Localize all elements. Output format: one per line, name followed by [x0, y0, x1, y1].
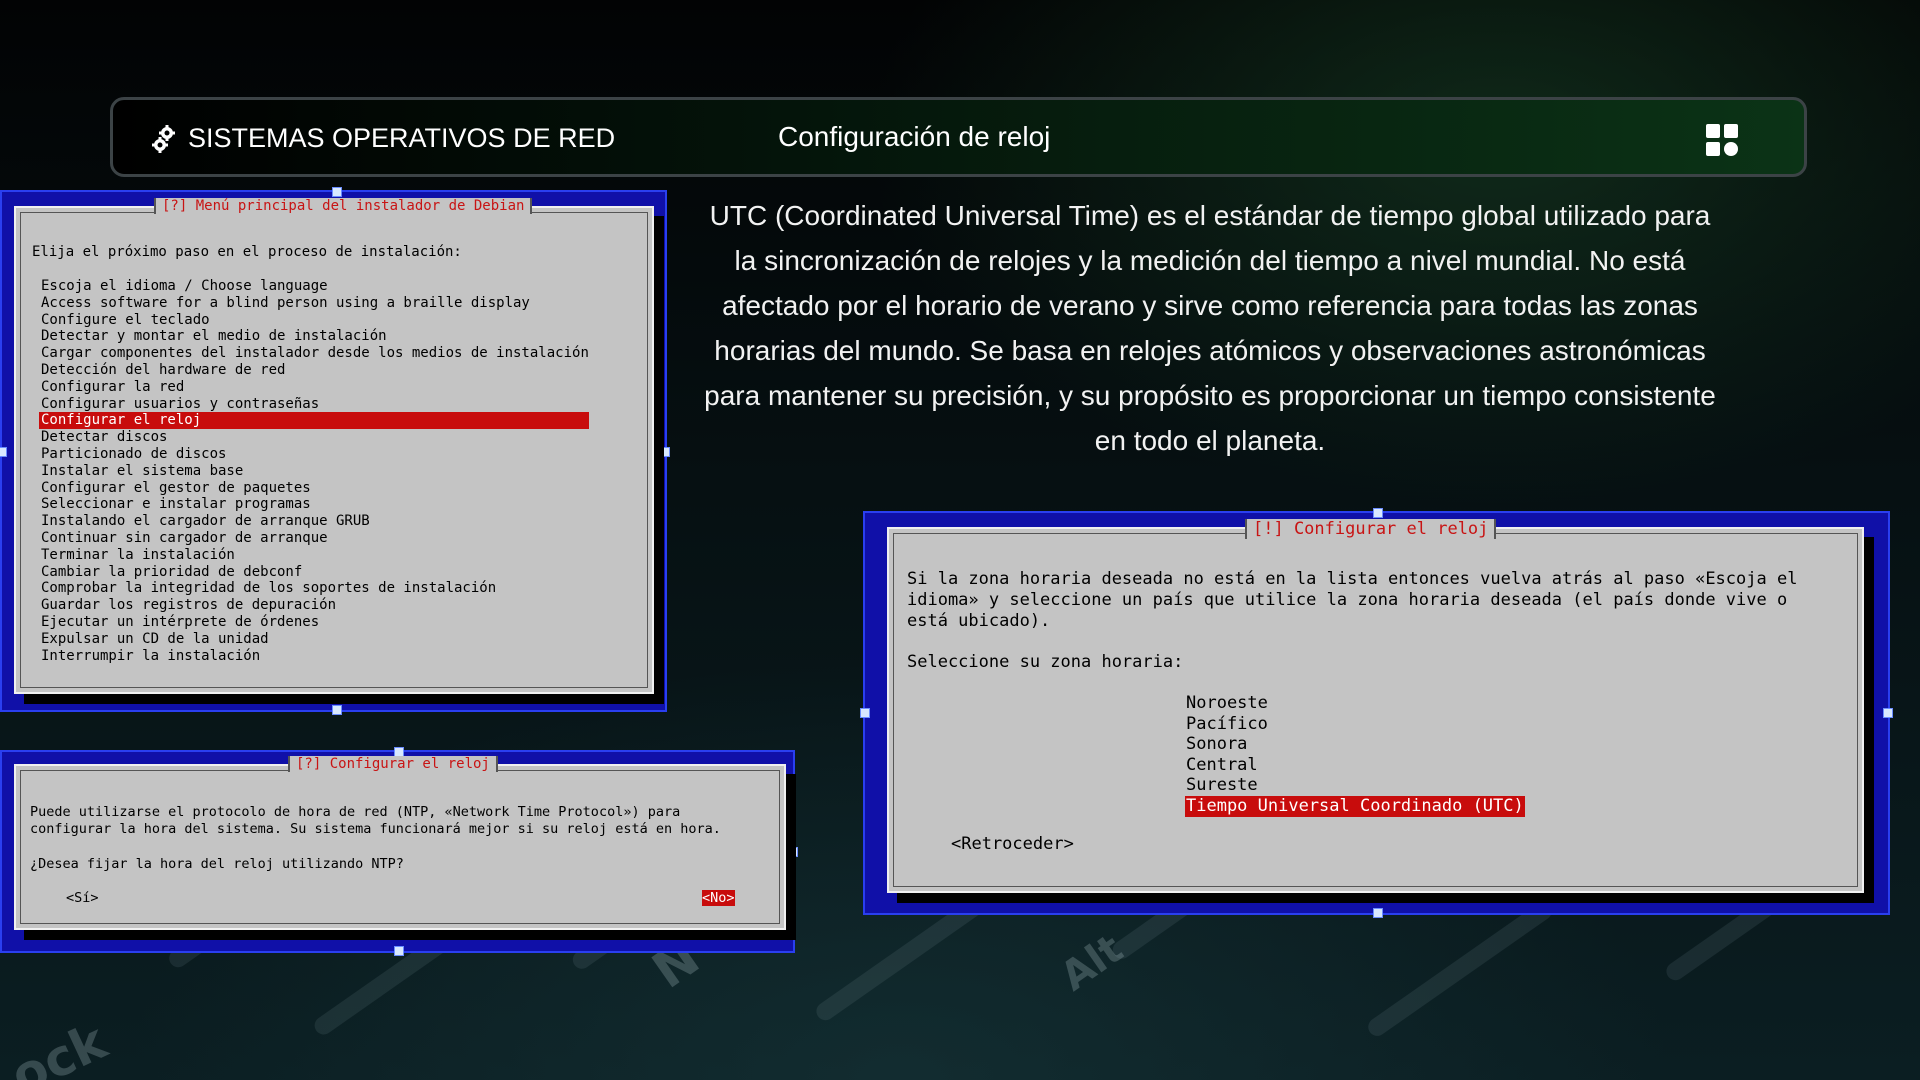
keyboard-label: ock [2, 1012, 115, 1080]
timezone-option[interactable]: Sonora [1185, 734, 1248, 755]
page-title: Configuración de reloj [778, 121, 1051, 152]
installer-step-item[interactable]: Escoja el idioma / Choose language [39, 278, 589, 295]
yes-button[interactable]: <Sí> [66, 890, 99, 906]
resize-handle[interactable] [788, 847, 798, 857]
grid-menu-icon[interactable] [1706, 124, 1738, 156]
keyboard-label: Alt [1052, 925, 1132, 1001]
timezone-prompt: Seleccione su zona horaria: [907, 652, 1184, 672]
installer-step-item[interactable]: Configurar usuarios y contraseñas [39, 396, 589, 413]
ntp-text-line: Puede utilizarse el protocolo de hora de… [30, 804, 681, 820]
installer-step-item[interactable]: Cambiar la prioridad de debconf [39, 564, 589, 581]
resize-handle[interactable] [1883, 708, 1893, 718]
timezone-text-line: idioma» y seleccione un país que utilice… [907, 590, 1788, 610]
timezone-option[interactable]: Pacífico [1185, 714, 1269, 735]
timezone-option[interactable]: Sureste [1185, 775, 1259, 796]
dialog-title: [!] Configurar el reloj [1245, 519, 1497, 539]
resize-handle[interactable] [0, 447, 7, 457]
installer-step-item[interactable]: Expulsar un CD de la unidad [39, 631, 589, 648]
resize-handle[interactable] [394, 946, 404, 956]
timezone-option[interactable]: Tiempo Universal Coordinado (UTC) [1185, 795, 1525, 817]
installer-step-item[interactable]: Configurar el gestor de paquetes [39, 480, 589, 497]
installer-step-item[interactable]: Seleccionar e instalar programas [39, 496, 589, 513]
utc-description: UTC (Coordinated Universal Time) es el e… [704, 200, 1716, 456]
timezone-screenshot: [!] Configurar el reloj Si la zona horar… [860, 508, 1893, 918]
timezone-option[interactable]: Noroeste [1185, 693, 1269, 714]
installer-step-item[interactable]: Instalando el cargador de arranque GRUB [39, 513, 589, 530]
dialog-title: [?] Configurar el reloj [288, 756, 498, 772]
gears-icon [152, 125, 175, 153]
brand-title: SISTEMAS OPERATIVOS DE RED [188, 123, 616, 153]
timezone-option[interactable]: Central [1185, 755, 1259, 776]
timezone-text-line: está ubicado). [907, 611, 1051, 631]
ntp-dialog: [?] Configurar el reloj Puede utilizarse… [14, 756, 786, 930]
ntp-question: ¿Desea fijar la hora del reloj utilizand… [30, 856, 404, 872]
no-button[interactable]: <No> [702, 890, 735, 906]
installer-step-item[interactable]: Comprobar la integridad de los soportes … [39, 580, 589, 597]
installer-step-item[interactable]: Interrumpir la instalación [39, 648, 589, 665]
keyboard-key [1364, 898, 1556, 1040]
installer-menu-screenshot: [?] Menú principal del instalador de Deb… [0, 187, 670, 715]
installer-step-item[interactable]: Access software for a blind person using… [39, 295, 589, 312]
installer-step-item[interactable]: Ejecutar un intérprete de órdenes [39, 614, 589, 631]
installer-step-item[interactable]: Cargar componentes del instalador desde … [39, 345, 589, 362]
installer-step-list: Escoja el idioma / Choose language Access… [39, 278, 591, 664]
installer-step-item[interactable]: Terminar la instalación [39, 547, 589, 564]
installer-prompt: Elija el próximo paso en el proceso de i… [32, 244, 462, 260]
installer-step-item[interactable]: Detectar discos [39, 429, 589, 446]
installer-step-item[interactable]: Detectar y montar el medio de instalació… [39, 328, 589, 345]
resize-handle[interactable] [1373, 508, 1383, 518]
installer-step-item[interactable]: Configure el teclado [39, 312, 589, 329]
timezone-list: Noroeste Pacífico Sonora Central Sureste Tiem… [1185, 693, 1525, 817]
timezone-text-line: Si la zona horaria deseada no está en la… [907, 569, 1798, 589]
resize-handle[interactable] [660, 447, 670, 457]
back-button[interactable]: <Retroceder> [951, 834, 1074, 854]
resize-handle[interactable] [332, 187, 342, 197]
timezone-dialog: [!] Configurar el reloj Si la zona horar… [887, 519, 1864, 893]
dialog-title: [?] Menú principal del instalador de Deb… [154, 198, 533, 214]
installer-step-item[interactable]: Particionado de discos [39, 446, 589, 463]
resize-handle[interactable] [332, 705, 342, 715]
ntp-text-line: configurar la hora del sistema. Su siste… [30, 821, 721, 837]
resize-handle[interactable] [860, 708, 870, 718]
header-bar: SISTEMAS OPERATIVOS DE RED Configuración… [110, 97, 1807, 177]
installer-step-item[interactable]: Instalar el sistema base [39, 463, 589, 480]
installer-step-item[interactable]: Configurar el reloj [39, 412, 589, 430]
installer-step-item[interactable]: Continuar sin cargador de arranque [39, 530, 589, 547]
resize-handle[interactable] [1373, 908, 1383, 918]
installer-step-item[interactable]: Detección del hardware de red [39, 362, 589, 379]
installer-step-item[interactable]: Configurar la red [39, 379, 589, 396]
ntp-screenshot: [?] Configurar el reloj Puede utilizarse… [0, 747, 798, 956]
installer-step-item[interactable]: Guardar los registros de depuración [39, 597, 589, 614]
installer-menu-dialog: [?] Menú principal del instalador de Deb… [14, 198, 654, 694]
